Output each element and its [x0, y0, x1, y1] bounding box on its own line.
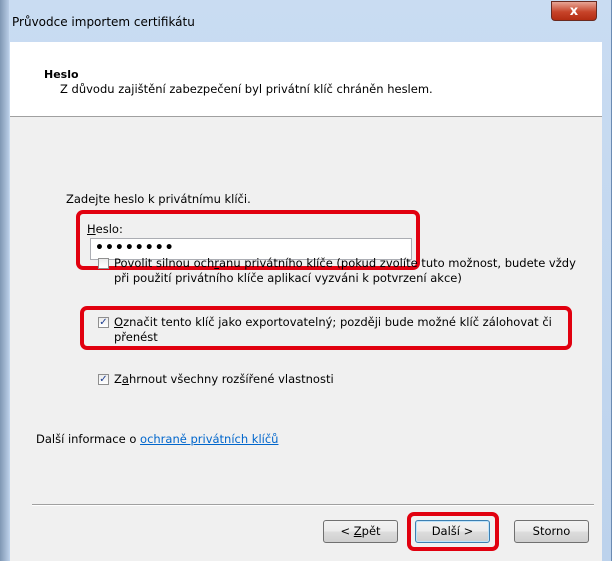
strong-protection-text: Povolit silnou ochranu privátního klíče …: [114, 256, 576, 286]
exportable-accel: O: [114, 315, 124, 329]
window-left-border: [0, 0, 9, 561]
next-button[interactable]: Další >: [415, 520, 490, 543]
include-properties-checkbox[interactable]: ✓: [98, 374, 109, 385]
include-properties-accel: a: [121, 372, 129, 386]
exportable-text: Označit tento klíč jako exportovatelný; …: [114, 315, 552, 345]
dialog-client-area: Heslo Z důvodu zajištění zabezpečení byl…: [10, 42, 602, 561]
wizard-header: Heslo Z důvodu zajištění zabezpečení byl…: [10, 42, 602, 117]
strong-protection-checkbox[interactable]: [98, 258, 109, 269]
footer-separator: [32, 504, 594, 506]
close-icon: x: [569, 4, 579, 19]
page-description: Z důvodu zajištění zabezpečení byl privá…: [60, 82, 433, 96]
exportable-line2: přenést: [114, 330, 158, 344]
include-properties-text: Zahrnout všechny rozšířené vlastnosti: [114, 372, 334, 387]
include-properties-text-b: hrnout všechny rozšířené vlastnosti: [128, 372, 334, 386]
page-title: Heslo: [44, 68, 79, 81]
window-title: Průvodce importem certifikátu: [12, 15, 195, 29]
back-button-prefix: <: [340, 524, 354, 538]
private-key-protection-link[interactable]: ochraně privátních klíčů: [140, 432, 278, 446]
more-info-prefix: Další informace o: [36, 432, 141, 446]
strong-protection-line1: Povolit silnou ochranu privátního klíče …: [114, 256, 576, 270]
exportable-line1: Označit tento klíč jako exportovatelný; …: [114, 315, 552, 329]
password-instruction: Zadejte heslo k privátnímu klíči.: [66, 192, 251, 206]
close-button[interactable]: x: [551, 1, 597, 21]
more-info: Další informace o ochraně privátních klí…: [36, 432, 278, 446]
back-button-accel: Z: [353, 524, 362, 538]
strong-protection-line2: při použití privátního klíče aplikací vy…: [114, 271, 462, 285]
back-button[interactable]: < Zpět: [323, 520, 398, 543]
password-label-rest: eslo:: [95, 222, 123, 236]
dialog-window: Průvodce importem certifikátu x Heslo Z …: [0, 0, 612, 561]
password-label: Heslo:: [87, 222, 123, 236]
exportable-checkbox[interactable]: ✓: [98, 317, 109, 328]
password-label-accel: H: [87, 222, 96, 236]
strong-protection-text-a: Povolit silnou och: [114, 256, 215, 270]
strong-protection-text-b: anu privátního klíče (pokud zvolíte tuto…: [219, 256, 576, 270]
exportable-text-rest: značit tento klíč jako exportovatelný; p…: [123, 315, 552, 329]
include-properties-text-a: Z: [114, 372, 122, 386]
cancel-button[interactable]: Storno: [514, 520, 589, 543]
back-button-rest: pět: [361, 524, 381, 538]
title-bar[interactable]: Průvodce importem certifikátu x: [0, 0, 612, 42]
